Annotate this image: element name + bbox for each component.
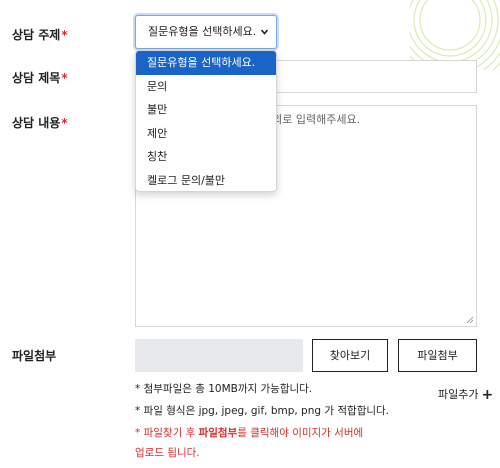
required-mark: * [61, 71, 68, 85]
topic-option[interactable]: 칭찬 [136, 145, 276, 169]
note-size-limit: * 첨부파일은 총 10MB까지 가능합니다. [135, 383, 313, 395]
resize-grip-icon[interactable] [466, 316, 474, 324]
topic-option[interactable]: 질문유형을 선택하세요. [136, 51, 276, 75]
title-label: 상담 제목* [12, 71, 68, 85]
content-label: 상담 내용* [12, 116, 68, 130]
topic-option[interactable]: 불만 [136, 98, 276, 122]
topic-option[interactable]: 제안 [136, 122, 276, 146]
note-file-types: * 파일 형식은 jpg, jpeg, gif, bmp, png 가 적합합니… [135, 405, 390, 417]
topic-option[interactable]: 문의 [136, 75, 276, 99]
topic-dropdown-list: 질문유형을 선택하세요. 문의 불만 제안 칭찬 켈로그 문의/불만 [135, 50, 277, 192]
topic-select[interactable]: 질문유형을 선택하세요. [135, 15, 277, 49]
attach-button[interactable]: 파일첨부 [398, 339, 477, 372]
note-upload-instruction-cont: 업로드 됩니다. [135, 447, 200, 459]
topic-option[interactable]: 켈로그 문의/불만 [136, 169, 276, 192]
plus-icon: + [481, 387, 494, 403]
browse-button[interactable]: 찾아보기 [312, 339, 388, 372]
topic-select-value: 질문유형을 선택하세요. [148, 25, 257, 38]
note-upload-instruction: * 파일찾기 후 파일첨부를 클릭해야 이미지가 서버에 [135, 427, 364, 439]
file-path-field [135, 339, 303, 372]
required-mark: * [61, 116, 68, 130]
add-file-button[interactable]: 파일추가 + [438, 386, 493, 403]
topic-label: 상담 주제* [12, 28, 68, 42]
required-mark: * [61, 28, 68, 42]
attachment-label: 파일첨부 [12, 349, 57, 363]
